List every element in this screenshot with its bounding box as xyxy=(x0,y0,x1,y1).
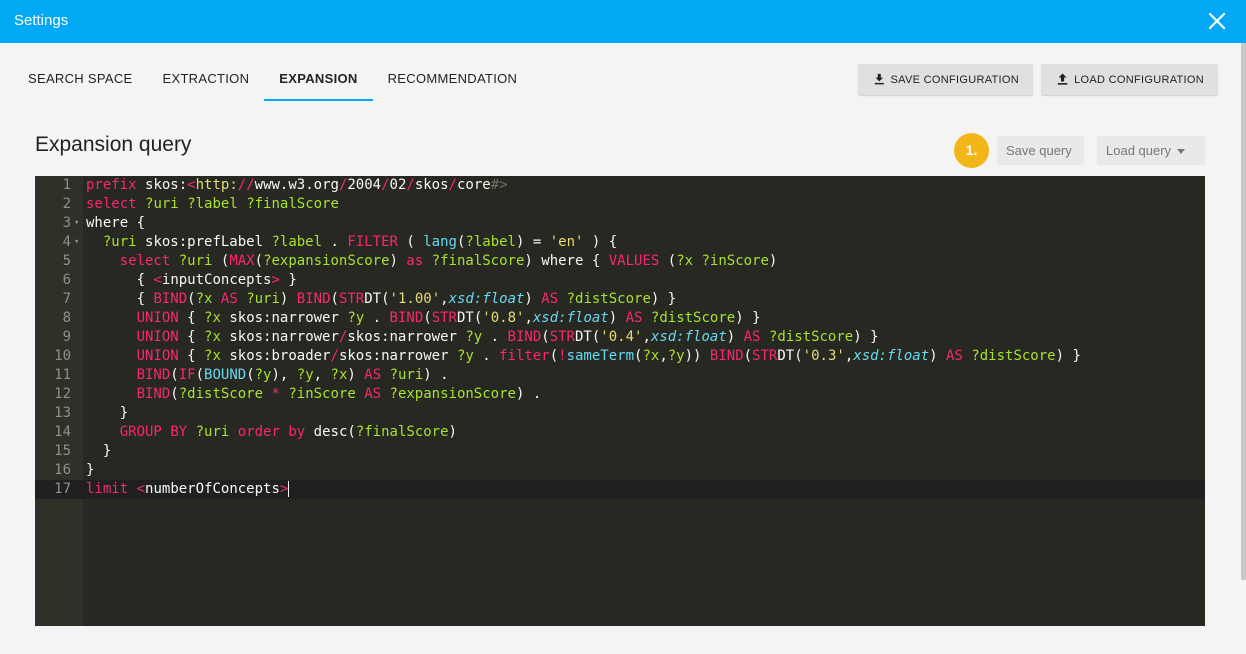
text-cursor xyxy=(288,481,290,497)
editor-line[interactable]: 10 UNION { ?x skos:broader/skos:narrower… xyxy=(35,347,1205,366)
line-number: 11 xyxy=(54,367,71,383)
code-text: limit <numberOfConcepts> xyxy=(86,481,290,497)
settings-tabs: SEARCH SPACE EXTRACTION EXPANSION RECOMM… xyxy=(13,57,532,101)
query-editor[interactable]: 1 prefix skos:<http://www.w3.org/2004/02/… xyxy=(35,176,1205,626)
code-text: GROUP BY ?uri order by desc(?finalScore) xyxy=(119,424,457,440)
code-text: ?uri skos:prefLabel ?label . FILTER ( la… xyxy=(102,234,618,250)
code-text: BIND(?distScore * ?inScore AS ?expansion… xyxy=(136,386,542,402)
page-scrollbar[interactable] xyxy=(1241,43,1246,580)
load-query-button[interactable]: Load query xyxy=(1097,136,1205,165)
line-number: 13 xyxy=(54,405,71,421)
code-text: where { xyxy=(86,215,146,231)
close-icon[interactable] xyxy=(1206,10,1228,32)
code-text: UNION { ?x skos:narrower ?y . BIND(STRDT… xyxy=(136,310,761,326)
editor-line[interactable]: 12 BIND(?distScore * ?inScore AS ?expans… xyxy=(35,385,1205,404)
code-text: UNION { ?x skos:broader/skos:narrower ?y… xyxy=(136,348,1081,364)
line-number: 15 xyxy=(54,443,71,459)
editor-line[interactable]: 3 ▾ where { xyxy=(35,214,1205,233)
editor-line[interactable]: 4 ▾ ?uri skos:prefLabel ?label . FILTER (… xyxy=(35,233,1205,252)
editor-line[interactable]: 8 UNION { ?x skos:narrower ?y . BIND(STR… xyxy=(35,309,1205,328)
code-text: BIND(IF(BOUND(?y), ?y, ?x) AS ?uri) . xyxy=(136,367,449,383)
line-number: 12 xyxy=(54,386,71,402)
dialog-title: Settings xyxy=(14,12,69,29)
download-icon xyxy=(874,73,884,85)
line-number: 10 xyxy=(54,348,71,364)
code-text: prefix skos:<http://www.w3.org/2004/02/s… xyxy=(86,177,508,193)
line-number: 6 xyxy=(62,272,71,288)
editor-line[interactable]: 6 { <inputConcepts> } xyxy=(35,271,1205,290)
tab-expansion[interactable]: EXPANSION xyxy=(264,57,373,101)
code-text: { <inputConcepts> } xyxy=(136,272,297,288)
code-text: } xyxy=(86,462,95,478)
editor-line[interactable]: 11 BIND(IF(BOUND(?y), ?y, ?x) AS ?uri) . xyxy=(35,366,1205,385)
editor-line[interactable]: 2 select ?uri ?label ?finalScore xyxy=(35,195,1205,214)
line-number: 4 xyxy=(62,234,71,250)
step-badge: 1. xyxy=(954,133,989,168)
code-text: { BIND(?x AS ?uri) BIND(STRDT('1.00',xsd… xyxy=(136,291,677,307)
chevron-down-icon xyxy=(1177,149,1186,155)
save-configuration-label: SAVE CONFIGURATION xyxy=(890,73,1019,86)
tab-extraction[interactable]: EXTRACTION xyxy=(148,57,265,101)
line-number: 7 xyxy=(62,291,71,307)
line-number: 2 xyxy=(62,196,71,212)
editor-line[interactable]: 9 UNION { ?x skos:narrower/skos:narrower… xyxy=(35,328,1205,347)
line-number: 8 xyxy=(62,310,71,326)
section-title: Expansion query xyxy=(35,133,192,156)
line-number: 16 xyxy=(54,462,71,478)
line-number: 3 xyxy=(62,215,71,231)
editor-line[interactable]: 15 } xyxy=(35,442,1205,461)
editor-line[interactable]: 16} xyxy=(35,461,1205,480)
dialog-titlebar: Settings xyxy=(0,0,1246,43)
tab-search-space[interactable]: SEARCH SPACE xyxy=(13,57,148,101)
save-query-button[interactable]: Save query xyxy=(997,136,1084,165)
code-text: select ?uri (MAX(?expansionScore) as ?fi… xyxy=(119,253,778,269)
load-configuration-button[interactable]: LOAD CONFIGURATION xyxy=(1041,64,1218,95)
editor-line[interactable]: 1 prefix skos:<http://www.w3.org/2004/02/… xyxy=(35,176,1205,195)
tab-recommendation[interactable]: RECOMMENDATION xyxy=(373,57,533,101)
code-text: } xyxy=(102,443,112,459)
code-text: } xyxy=(119,405,129,421)
editor-line[interactable]: 5 select ?uri (MAX(?expansionScore) as ?… xyxy=(35,252,1205,271)
editor-line[interactable]: 7 { BIND(?x AS ?uri) BIND(STRDT('1.00',x… xyxy=(35,290,1205,309)
save-configuration-button[interactable]: SAVE CONFIGURATION xyxy=(858,64,1033,95)
line-number: 17 xyxy=(54,481,71,497)
editor-line[interactable]: 17 limit <numberOfConcepts> xyxy=(35,480,1205,499)
editor-lines: 1 prefix skos:<http://www.w3.org/2004/02/… xyxy=(35,176,1205,499)
code-text: UNION { ?x skos:narrower/skos:narrower ?… xyxy=(136,329,879,345)
editor-line[interactable]: 14 GROUP BY ?uri order by desc(?finalSco… xyxy=(35,423,1205,442)
line-number: 9 xyxy=(62,329,71,345)
fold-toggle-icon[interactable]: ▾ xyxy=(74,233,79,252)
load-query-label: Load query xyxy=(1106,143,1172,158)
fold-toggle-icon[interactable]: ▾ xyxy=(74,214,79,233)
upload-icon xyxy=(1057,73,1068,85)
line-number: 1 xyxy=(62,177,71,193)
line-number: 5 xyxy=(62,253,71,269)
load-configuration-label: LOAD CONFIGURATION xyxy=(1074,73,1204,86)
editor-line[interactable]: 13 } xyxy=(35,404,1205,423)
line-number: 14 xyxy=(54,424,71,440)
code-text: select ?uri ?label ?finalScore xyxy=(86,196,339,212)
